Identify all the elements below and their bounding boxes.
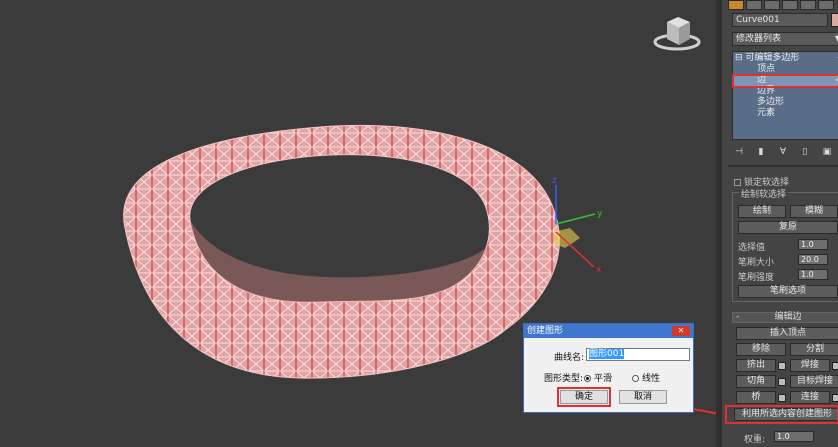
display-tab-icon[interactable] [800,0,816,10]
object-color-swatch[interactable] [831,13,838,27]
create-tab-icon[interactable] [728,0,744,10]
utilities-tab-icon[interactable] [818,0,834,10]
motion-tab-icon[interactable] [782,0,798,10]
paint-button[interactable]: 绘制 [738,205,786,218]
modifier-list-label: 修改器列表 [736,34,782,44]
viewcube[interactable] [653,17,701,51]
split-button[interactable]: 分割 [790,343,838,356]
weld-button[interactable]: 焊接 [790,359,830,372]
paint-group-title: 绘制软选择 [739,187,789,200]
configure-sets-icon[interactable]: ▣ [820,145,834,159]
linear-radio[interactable]: 线性 [632,371,660,384]
max-window: z y x Curve001 修改器列表 ▼ ⊟ 可编辑多边形 顶点 边 边界 … [0,0,838,447]
svg-text:z: z [552,176,557,186]
shape-type-label: 图形类型: [544,374,584,384]
insert-vertex-button[interactable]: 插入顶点 [736,327,838,340]
ring-mesh [123,124,560,379]
stack-item-polygon[interactable]: 多边形 [733,97,838,108]
remove-modifier-icon[interactable]: ▯ [798,145,812,159]
remove-button[interactable]: 移除 [736,343,786,356]
hierarchy-tab-icon[interactable] [764,0,780,10]
edit-edges-rollout[interactable]: - 编辑边 [732,312,838,323]
smooth-radio[interactable]: 平滑 [584,371,612,384]
modifier-list-dropdown[interactable]: 修改器列表 ▼ [732,32,838,46]
selection-value-spinner[interactable]: 1.0 [798,239,828,250]
close-icon[interactable]: ✕ [672,326,690,336]
weld-settings-icon[interactable] [832,362,838,370]
svg-text:x: x [596,265,602,275]
brush-size-label: 笔刷大小 [738,258,775,268]
command-panel: Curve001 修改器列表 ▼ ⊟ 可编辑多边形◁ 顶点 边◁ 边界 多边形 … [716,0,838,447]
edge-highlight-box [732,74,838,88]
connect-button[interactable]: 连接 [790,391,830,404]
create-shape-dialog: 创建图形 ✕ 曲线名: 图形001 图形类型: 平滑 线性 确定 取消 [523,323,694,413]
brush-size-spinner[interactable]: 20.0 [798,254,828,265]
extrude-settings-icon[interactable] [778,362,786,370]
chamfer-button[interactable]: 切角 [736,375,776,388]
curve-name-label: 曲线名: [554,353,585,363]
curve-name-input[interactable]: 图形001 [586,348,690,361]
brush-strength-spinner[interactable]: 1.0 [798,269,828,280]
weight-label: 权重: [744,435,766,445]
show-end-result-icon[interactable]: ▮ [754,145,768,159]
extrude-button[interactable]: 挤出 [736,359,776,372]
weight-spinner[interactable]: 1.0 [774,431,814,442]
modifier-stack[interactable]: ⊟ 可编辑多边形◁ 顶点 边◁ 边界 多边形 元素 [732,51,838,140]
object-name-field[interactable]: Curve001 [732,13,828,27]
edit-edges-title: 编辑边 [774,312,802,322]
cancel-button[interactable]: 取消 [619,390,667,404]
modify-tab-icon[interactable] [746,0,762,10]
curve-name-value: 图形001 [589,349,625,359]
panel-tabs [728,0,838,10]
target-weld-button[interactable]: 目标焊接 [790,375,838,388]
radio-selected-icon [584,375,591,382]
stack-item-editable-poly[interactable]: ⊟ 可编辑多边形◁ [735,53,838,64]
stack-icon-row: ⊣ ▮ ∀ ▯ ▣ [732,145,838,159]
chamfer-settings-icon[interactable] [778,378,786,386]
svg-text:y: y [597,209,603,219]
stack-item-element[interactable]: 元素 [733,108,838,119]
ok-highlight-box [557,387,611,407]
transform-gizmo[interactable]: z y x [552,176,603,275]
brush-strength-label: 笔刷强度 [738,273,775,283]
brush-options-button[interactable]: 笔刷选项 [738,285,838,298]
connect-settings-icon[interactable] [832,394,838,402]
dialog-title: 创建图形 [527,326,564,336]
pin-stack-icon[interactable]: ⊣ [732,145,746,159]
selection-value-label: 选择值 [738,243,766,253]
bridge-button[interactable]: 桥 [736,391,776,404]
radio-unselected-icon [632,375,639,382]
make-unique-icon[interactable]: ∀ [776,145,790,159]
create-shape-highlight-box [725,405,838,424]
dialog-titlebar: 创建图形 [524,324,693,338]
revert-button[interactable]: 复原 [738,221,838,234]
divider [728,165,838,167]
blur-button[interactable]: 模糊 [790,205,838,218]
bridge-settings-icon[interactable] [778,394,786,402]
